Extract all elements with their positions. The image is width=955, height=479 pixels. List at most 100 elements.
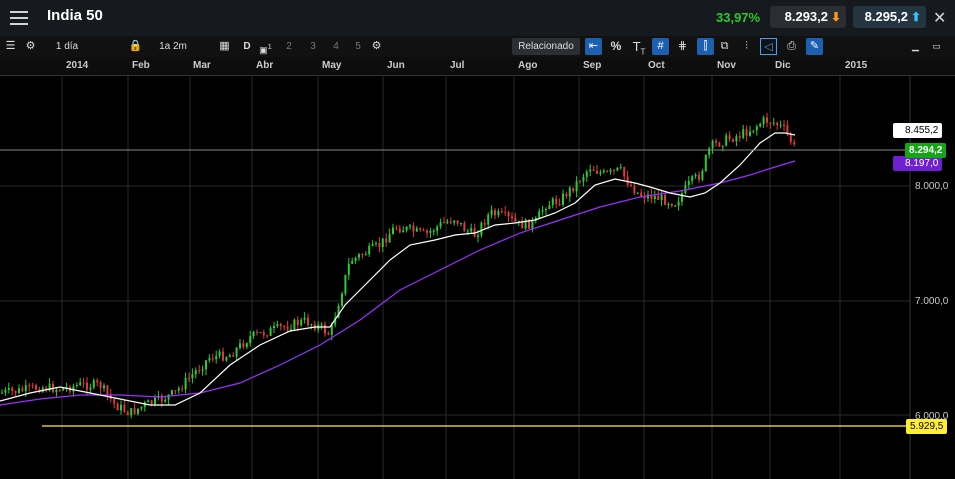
candle-body bbox=[4, 389, 7, 393]
high-value-tag: 8.455,2 bbox=[893, 123, 943, 138]
text-tool-sub: T bbox=[640, 47, 646, 57]
candle-body bbox=[626, 176, 629, 185]
minimize-icon[interactable]: ▁ bbox=[907, 38, 924, 55]
candle-body bbox=[259, 332, 262, 334]
candle-body bbox=[273, 326, 275, 329]
candle-body bbox=[256, 331, 258, 333]
menu-icon[interactable] bbox=[8, 8, 32, 28]
layout-5-button[interactable]: 5 bbox=[352, 38, 364, 55]
candle-body bbox=[191, 374, 194, 379]
candlestick-series bbox=[1, 112, 796, 419]
candle-body bbox=[55, 389, 58, 393]
candle-body bbox=[341, 293, 343, 306]
candle-body bbox=[106, 385, 109, 395]
ohlc-icon[interactable]: ⫶ bbox=[738, 38, 755, 55]
lock-icon[interactable]: 🔒 bbox=[127, 38, 144, 55]
layout-2-button[interactable]: 2 bbox=[283, 38, 295, 55]
month-axis: 2014 Feb Mar Abr May Jun Jul Ago Sep Oct… bbox=[0, 57, 955, 76]
calendar-icon[interactable]: ▦ bbox=[216, 38, 233, 55]
buy-price-button[interactable]: 8.295,2 ⬆ bbox=[853, 6, 926, 28]
candle-body bbox=[514, 218, 517, 222]
candle-body bbox=[378, 243, 381, 248]
candle-body bbox=[664, 194, 666, 205]
candle-body bbox=[480, 222, 483, 236]
layout-settings-icon[interactable]: ⚙ bbox=[368, 38, 385, 55]
candle-body bbox=[426, 230, 428, 233]
candle-body bbox=[681, 193, 683, 202]
candle-body bbox=[779, 124, 782, 126]
candle-body bbox=[575, 181, 578, 192]
candle-body bbox=[99, 382, 102, 389]
candle-body bbox=[742, 129, 745, 138]
sell-price-button[interactable]: 8.293,2 ⬇ bbox=[770, 6, 846, 28]
list-icon[interactable]: ☰ bbox=[2, 38, 19, 55]
candle-body bbox=[613, 169, 615, 171]
candle-body bbox=[21, 388, 24, 392]
candle-body bbox=[82, 382, 85, 384]
candle-body bbox=[147, 400, 150, 403]
month-label: Mar bbox=[193, 60, 211, 71]
print-icon[interactable]: ⎙ bbox=[783, 38, 800, 55]
candlestick-icon[interactable]: ⫿ bbox=[697, 38, 714, 55]
month-label: Jun bbox=[387, 60, 405, 71]
candle-body bbox=[402, 230, 405, 233]
chart-toolbar: ☰ ⚙ 1 día 🔒 1a 2m ▦ D ▣1 2 3 4 5 ⚙ Relac… bbox=[0, 36, 955, 57]
candle-body bbox=[500, 211, 503, 213]
candle-body bbox=[89, 387, 92, 390]
price-chart[interactable] bbox=[0, 75, 955, 479]
compare-icon[interactable]: ⧉ bbox=[716, 38, 733, 55]
layout-3-button[interactable]: 3 bbox=[307, 38, 319, 55]
range-select[interactable]: 1a 2m bbox=[148, 38, 198, 55]
candle-body bbox=[354, 257, 357, 261]
candle-body bbox=[657, 195, 660, 201]
candle-body bbox=[504, 212, 507, 214]
candle-body bbox=[759, 124, 762, 127]
back-arrow-icon[interactable]: ⇤ bbox=[585, 38, 602, 55]
candle-body bbox=[252, 331, 255, 337]
candle-body bbox=[460, 223, 462, 225]
grid-icon[interactable]: # bbox=[652, 38, 669, 55]
candle-body bbox=[633, 186, 636, 194]
related-button[interactable]: Relacionado bbox=[512, 38, 580, 55]
candle-body bbox=[412, 225, 415, 232]
candle-body bbox=[198, 370, 201, 372]
d-button[interactable]: D bbox=[240, 38, 254, 55]
candle-body bbox=[126, 411, 129, 416]
text-tool-label: T bbox=[632, 39, 641, 54]
layout-4-button[interactable]: 4 bbox=[330, 38, 342, 55]
candle-body bbox=[732, 139, 734, 142]
candle-body bbox=[385, 238, 388, 243]
text-tool-button[interactable]: TT bbox=[629, 38, 649, 57]
candle-body bbox=[103, 385, 105, 389]
percent-button[interactable]: % bbox=[608, 38, 624, 55]
candle-body bbox=[351, 260, 354, 264]
candle-body bbox=[541, 209, 544, 212]
instrument-title: India 50 bbox=[47, 7, 103, 24]
tools-icon[interactable]: ✎ bbox=[806, 38, 823, 55]
month-label: 2015 bbox=[845, 60, 868, 71]
maximize-icon[interactable]: ▭ bbox=[928, 38, 945, 55]
close-icon[interactable]: ✕ bbox=[933, 8, 946, 28]
candle-body bbox=[558, 203, 561, 205]
month-label: May bbox=[322, 60, 342, 71]
candle-body bbox=[568, 187, 571, 197]
crosshair-grid-icon[interactable]: ⋕ bbox=[674, 38, 691, 55]
candle-body bbox=[436, 226, 439, 231]
candle-body bbox=[28, 385, 31, 387]
candle-body bbox=[548, 205, 551, 210]
candle-body bbox=[446, 221, 449, 223]
interval-select[interactable]: 1 día bbox=[44, 38, 90, 55]
gear-icon[interactable]: ⚙ bbox=[22, 38, 39, 55]
candle-body bbox=[120, 404, 122, 411]
chart-count-icon[interactable]: ▣1 bbox=[257, 38, 274, 55]
candle-body bbox=[375, 243, 377, 245]
label-tag-icon[interactable]: ◁ bbox=[760, 38, 777, 55]
candle-body bbox=[177, 388, 180, 391]
candle-body bbox=[79, 382, 82, 386]
candle-body bbox=[470, 228, 473, 232]
candle-body bbox=[18, 388, 20, 394]
candle-body bbox=[361, 254, 364, 256]
candle-body bbox=[137, 408, 139, 414]
candle-body bbox=[296, 319, 299, 326]
candle-body bbox=[116, 403, 119, 411]
